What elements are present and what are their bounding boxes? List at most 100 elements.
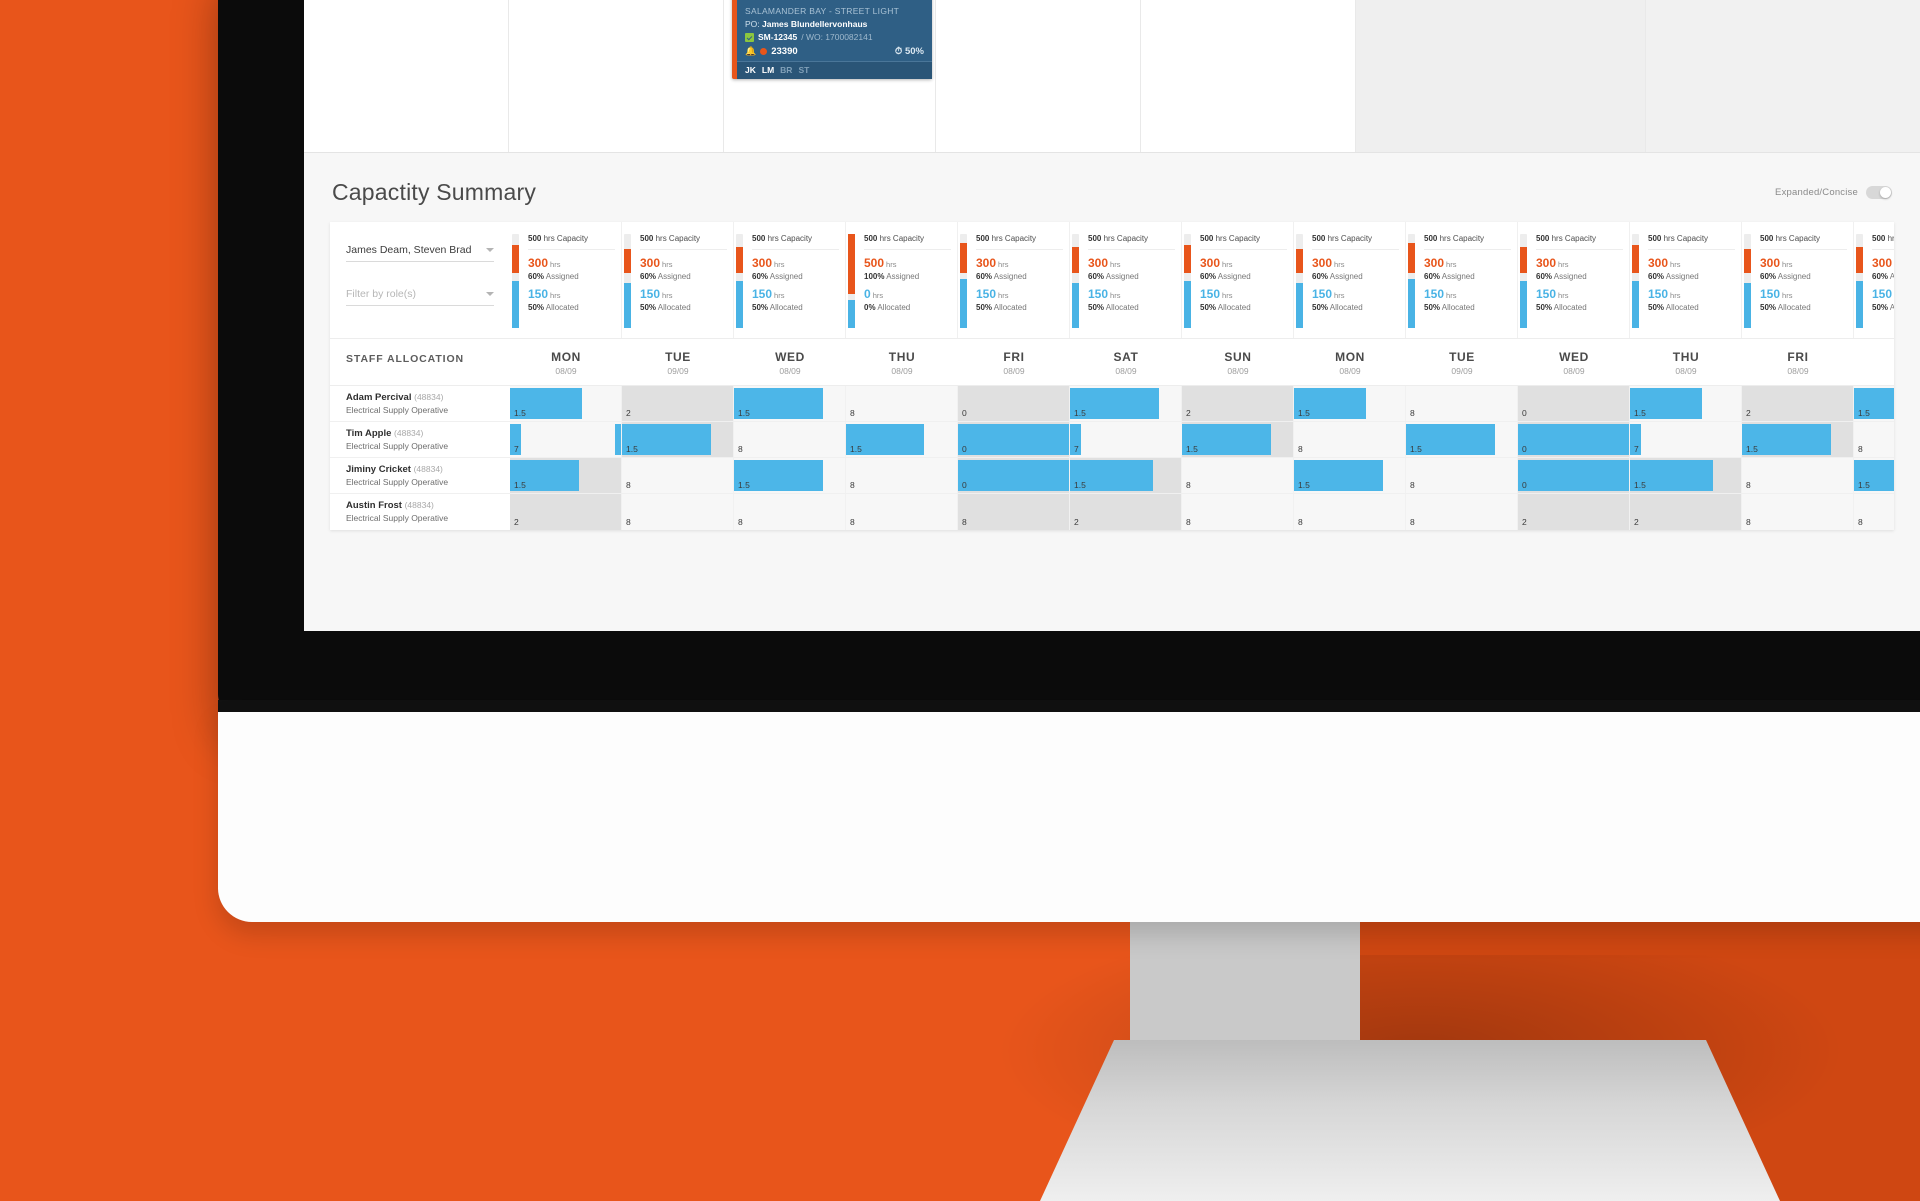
allocation-cell[interactable]: 8 — [1742, 458, 1854, 493]
day-column-header[interactable]: SAT 08/09 — [1070, 339, 1182, 385]
board-column-with-card[interactable]: 4/7 Travis Ave Beresfield SALAMANDER BAY… — [724, 0, 936, 152]
day-column-header[interactable]: MON 08/09 — [510, 339, 622, 385]
allocation-cell[interactable]: 2 — [1518, 494, 1630, 530]
assigned-hours: 300hrs — [1200, 257, 1287, 271]
allocation-cell[interactable]: 8 — [1406, 386, 1518, 421]
day-column-header[interactable]: SAT 08/09 — [1854, 339, 1894, 385]
allocation-cell[interactable]: 8 — [734, 494, 846, 530]
allocation-cell[interactable]: 8 — [1182, 494, 1294, 530]
allocation-cell[interactable]: 8 — [622, 494, 734, 530]
board-column[interactable] — [509, 0, 724, 152]
allocation-cell[interactable]: 8 — [846, 458, 958, 493]
assignee-initials[interactable]: JK — [745, 65, 756, 75]
allocation-cell[interactable]: 8 — [1854, 422, 1894, 457]
allocation-cell[interactable]: 8 — [734, 422, 846, 457]
allocation-cell[interactable]: 8 — [958, 494, 1070, 530]
allocation-cell[interactable]: 7 — [1630, 422, 1753, 457]
assignee-initials[interactable]: LM — [762, 65, 774, 75]
allocation-cell[interactable]: 0 — [1518, 422, 1630, 457]
allocation-cell[interactable]: 1.5 — [1854, 458, 1894, 493]
allocation-cell[interactable]: 0 — [958, 386, 1070, 421]
allocation-cell[interactable]: 1.5 — [1294, 386, 1406, 421]
allocation-cell[interactable]: 0 — [958, 458, 1070, 493]
allocation-bar[interactable] — [1518, 424, 1629, 455]
allocation-cell[interactable]: 8 — [846, 494, 958, 530]
assignee-initials[interactable]: BR — [780, 65, 792, 75]
allocated-hours: 150hrs — [1312, 288, 1399, 302]
day-date: 08/09 — [1563, 366, 1585, 376]
allocation-cell[interactable]: 1.5 — [1182, 422, 1294, 457]
allocation-cell[interactable]: 2 — [1742, 386, 1854, 421]
allocation-cell[interactable]: 1.5 — [510, 386, 622, 421]
allocation-cell[interactable]: 8 — [1854, 494, 1894, 530]
allocation-cell[interactable]: 1.5 — [1294, 458, 1406, 493]
allocation-cell[interactable]: 8 — [622, 458, 734, 493]
day-column-header[interactable]: MON 08/09 — [1294, 339, 1406, 385]
staff-id: (48834) — [394, 428, 424, 438]
day-column-header[interactable]: WED 08/09 — [734, 339, 846, 385]
allocation-cell[interactable]: 2 — [1630, 494, 1742, 530]
role-filter-select[interactable]: Filter by role(s) — [346, 284, 494, 306]
day-column-header[interactable]: SUN 08/09 — [1182, 339, 1294, 385]
assignee-initials[interactable]: ST — [798, 65, 809, 75]
allocation-bar[interactable] — [958, 424, 1069, 455]
allocation-cell[interactable]: 7 — [510, 422, 622, 457]
allocation-cell[interactable]: 2 — [510, 494, 622, 530]
allocation-cell[interactable]: 1.5 — [1070, 458, 1182, 493]
day-date: 08/09 — [1115, 366, 1137, 376]
day-column-header[interactable]: THU 08/09 — [846, 339, 958, 385]
allocation-cell[interactable]: 8 — [1294, 494, 1406, 530]
board-column[interactable] — [936, 0, 1141, 152]
expanded-concise-toggle[interactable]: Expanded/Concise — [1775, 186, 1892, 199]
allocation-cell[interactable]: 1.5 — [1070, 386, 1182, 421]
allocation-cell[interactable]: 1.5 — [734, 458, 846, 493]
allocation-value: 0 — [1522, 480, 1527, 490]
allocation-cell[interactable]: 8 — [1406, 494, 1518, 530]
assigned-hours-unit: hrs — [998, 260, 1009, 269]
allocation-cell[interactable]: 2 — [1070, 494, 1182, 530]
allocation-cell[interactable]: 1.5 — [734, 386, 846, 421]
allocation-cell[interactable]: 8 — [846, 386, 958, 421]
capacity-total-value: 500 — [1536, 234, 1550, 243]
job-card[interactable]: 4/7 Travis Ave Beresfield SALAMANDER BAY… — [732, 0, 932, 79]
allocation-cell[interactable]: 8 — [1742, 494, 1854, 530]
allocation-cell[interactable]: 8 — [1294, 422, 1406, 457]
allocation-cell[interactable]: 2 — [1182, 386, 1294, 421]
allocation-cell[interactable]: 1.5 — [846, 422, 958, 457]
staff-name-cell[interactable]: Austin Frost (48834) Electrical Supply Op… — [330, 494, 510, 530]
allocation-cell[interactable]: 2 — [622, 386, 734, 421]
allocation-cell[interactable]: 1.5 — [1630, 386, 1742, 421]
assigned-percent-value: 60% — [1536, 272, 1553, 281]
board-column[interactable] — [304, 0, 509, 152]
toggle-switch[interactable] — [1866, 186, 1892, 199]
allocation-bar[interactable] — [1641, 424, 1753, 455]
allocation-cell[interactable]: 0 — [1518, 458, 1630, 493]
allocation-bar[interactable] — [958, 460, 1069, 491]
day-column-header[interactable]: TUE 09/09 — [622, 339, 734, 385]
allocation-cell[interactable]: 1.5 — [1406, 422, 1518, 457]
allocation-cell[interactable]: 1.5 — [1854, 386, 1894, 421]
allocation-cell[interactable]: 8 — [1182, 458, 1294, 493]
allocation-cell[interactable]: 1.5 — [1742, 422, 1854, 457]
job-card-alert-number: 23390 — [771, 46, 798, 57]
allocation-cell[interactable]: 1.5 — [510, 458, 622, 493]
allocation-cell[interactable]: 8 — [1406, 458, 1518, 493]
day-column-header[interactable]: FRI 08/09 — [958, 339, 1070, 385]
allocation-cell[interactable]: 1.5 — [1630, 458, 1742, 493]
allocation-bar[interactable] — [1081, 424, 1193, 455]
staff-name-cell[interactable]: Tim Apple (48834) Electrical Supply Opera… — [330, 422, 510, 457]
allocation-cell[interactable]: 7 — [1070, 422, 1193, 457]
staff-filter-select[interactable]: James Deam, Steven Brad — [346, 240, 494, 262]
allocation-cell[interactable]: 1.5 — [622, 422, 734, 457]
day-column-header[interactable]: THU 08/09 — [1630, 339, 1742, 385]
allocation-cell[interactable]: 0 — [958, 422, 1070, 457]
board-column[interactable] — [1141, 0, 1356, 152]
staff-name-cell[interactable]: Adam Percival (48834) Electrical Supply O… — [330, 386, 510, 421]
day-column-header[interactable]: FRI 08/09 — [1742, 339, 1854, 385]
staff-name-cell[interactable]: Jiminy Cricket (48834) Electrical Supply … — [330, 458, 510, 493]
day-column-header[interactable]: TUE 09/09 — [1406, 339, 1518, 385]
allocation-bar[interactable] — [521, 424, 616, 455]
day-column-header[interactable]: WED 08/09 — [1518, 339, 1630, 385]
allocation-bar[interactable] — [1518, 460, 1629, 491]
allocation-cell[interactable]: 0 — [1518, 386, 1630, 421]
